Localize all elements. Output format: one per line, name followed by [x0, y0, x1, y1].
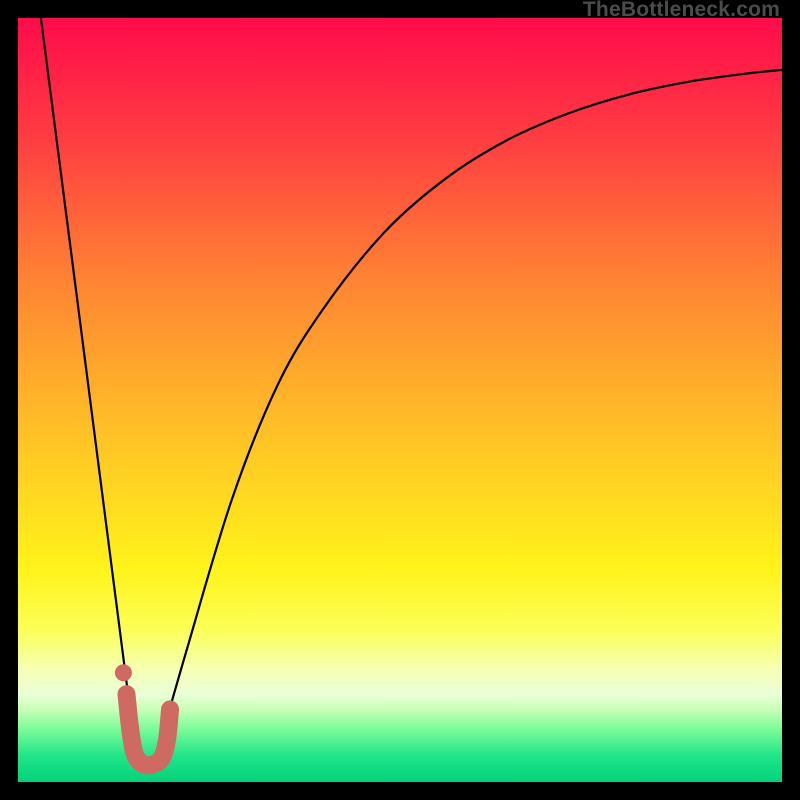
chart-frame: TheBottleneck.com	[0, 0, 800, 800]
plot-area	[18, 18, 782, 782]
series-valley-dot	[115, 664, 132, 681]
chart-svg	[18, 18, 782, 782]
gradient-background	[18, 18, 782, 782]
